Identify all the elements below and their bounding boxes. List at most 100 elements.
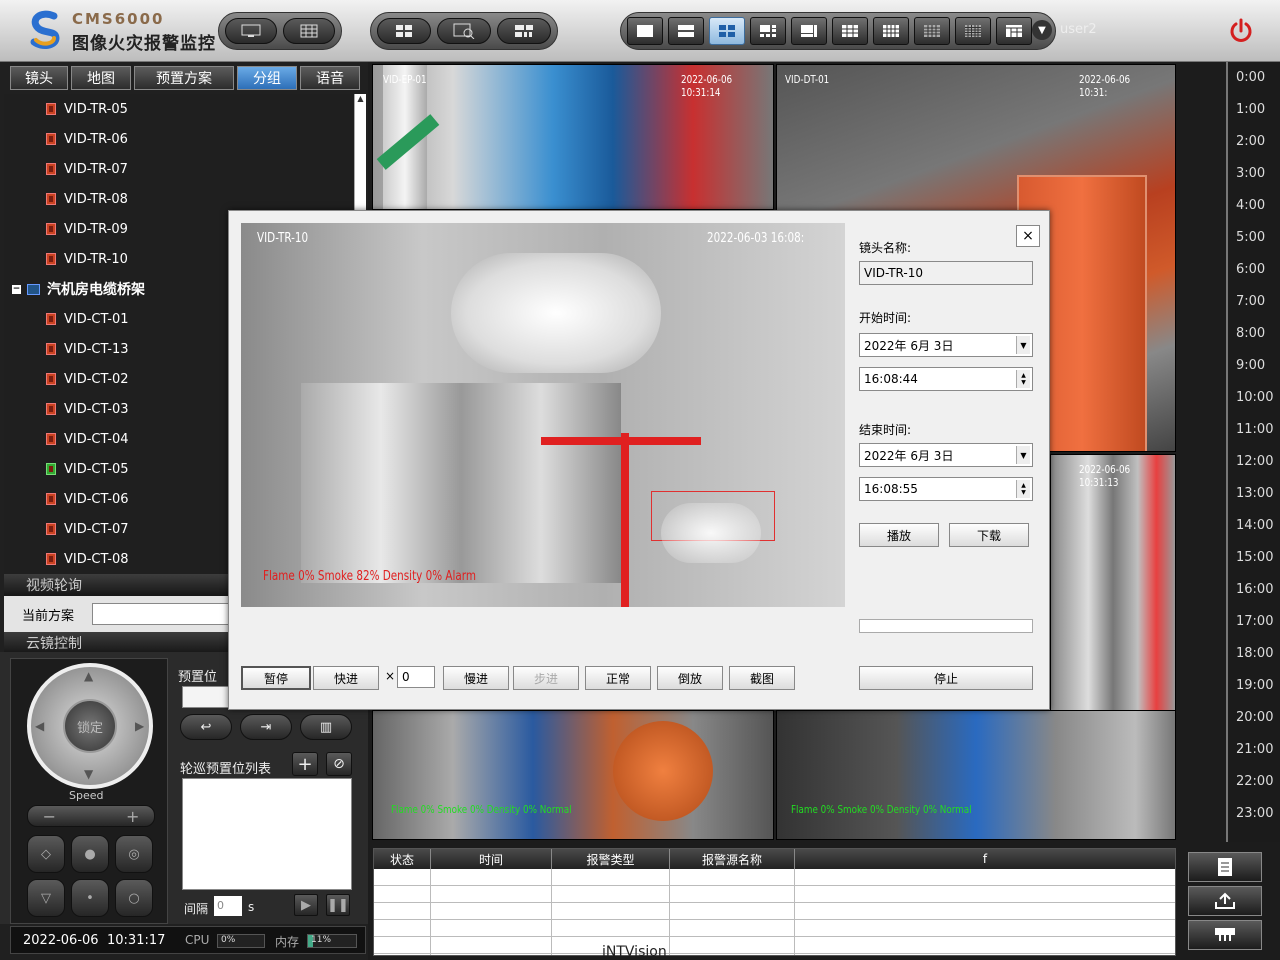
tree-item-camera[interactable]: VID-TR-07 <box>46 154 128 184</box>
layout-1-button[interactable] <box>627 17 663 45</box>
speed-slider[interactable]: − + <box>27 805 155 827</box>
tree-item-camera[interactable]: VID-CT-01 <box>46 304 129 334</box>
zoom-out-button[interactable]: ○ <box>115 879 153 917</box>
layout-6-button[interactable] <box>750 17 786 45</box>
add-patrol-button[interactable]: + <box>292 752 318 776</box>
iris-button[interactable]: ◇ <box>27 835 65 873</box>
end-date-picker[interactable]: 2022年 6月 3日 ▼ <box>859 443 1033 467</box>
alarm-rows[interactable] <box>374 869 1175 955</box>
start-date-picker[interactable]: 2022年 6月 3日 ▼ <box>859 333 1033 357</box>
delete-preset-button[interactable]: ▥ <box>300 714 352 740</box>
tree-item-camera[interactable]: VID-CT-05 <box>46 454 129 484</box>
patrol-list[interactable] <box>182 778 352 890</box>
collapse-icon[interactable]: − <box>12 284 21 294</box>
tree-item-camera[interactable]: VID-CT-07 <box>46 514 129 544</box>
chevron-down-icon[interactable]: ▼ <box>1016 446 1030 464</box>
arrow-up-icon[interactable]: ▲ <box>84 669 93 683</box>
slow-button[interactable]: 慢进 <box>443 666 509 690</box>
playback-search-button[interactable] <box>437 18 491 44</box>
grid-view-button[interactable] <box>283 18 335 44</box>
tree-item-camera[interactable]: VID-TR-10 <box>46 244 128 274</box>
clear-patrol-button[interactable]: ⊘ <box>326 752 352 776</box>
tab-map[interactable]: 地图 <box>71 66 131 90</box>
column-header[interactable]: 状态 <box>374 849 431 869</box>
column-header[interactable]: 报警源名称 <box>670 849 795 869</box>
preview-button[interactable] <box>377 18 431 44</box>
power-icon[interactable] <box>1226 16 1256 46</box>
iris-close-button[interactable]: ▽ <box>27 879 65 917</box>
plus-icon[interactable]: + <box>126 807 139 826</box>
interval-input[interactable]: 0 <box>214 896 242 916</box>
end-time-spinner[interactable]: 16:08:55 ▲ ▼ <box>859 477 1033 501</box>
tab-voice[interactable]: 语音 <box>300 66 360 90</box>
reverse-button[interactable]: 倒放 <box>657 666 723 690</box>
layout-16-button[interactable] <box>914 17 950 45</box>
layout-config-button[interactable] <box>497 18 551 44</box>
layout-custom-button[interactable] <box>996 17 1032 45</box>
step-button[interactable]: 步进 <box>513 666 579 690</box>
tree-item-camera[interactable]: VID-TR-09 <box>46 214 128 244</box>
ptz-lock-button[interactable]: 锁定 <box>63 699 117 753</box>
layout-10-button[interactable] <box>873 17 909 45</box>
focus-far-button[interactable]: • <box>71 879 109 917</box>
column-header[interactable]: 报警类型 <box>552 849 670 869</box>
tree-item-camera[interactable]: VID-CT-04 <box>46 424 129 454</box>
tree-group[interactable]: − 汽机房电缆桥架 <box>12 274 145 304</box>
tree-item-camera[interactable]: VID-CT-06 <box>46 484 129 514</box>
layout-8-button[interactable] <box>791 17 827 45</box>
column-header[interactable]: f <box>795 849 1175 869</box>
normal-speed-button[interactable]: 正常 <box>585 666 651 690</box>
call-preset-button[interactable]: ↩ <box>180 714 232 740</box>
layout-25-button[interactable] <box>955 17 991 45</box>
patrol-pause-button[interactable]: ❚❚ <box>326 894 350 916</box>
column-header[interactable]: 时间 <box>431 849 552 869</box>
scroll-up-icon[interactable]: ▲ <box>355 94 366 103</box>
spinner-icon[interactable]: ▲ ▼ <box>1016 370 1030 388</box>
layout-dropdown-button[interactable]: ▼ <box>1032 20 1052 40</box>
chevron-down-icon[interactable]: ▼ <box>1016 336 1030 354</box>
view-mode-group <box>218 12 342 50</box>
zoom-button[interactable]: ◎ <box>115 835 153 873</box>
video-tile-1[interactable]: VID-EP-01 2022-06-06 10:31:14 <box>372 64 774 210</box>
tree-item-camera[interactable]: VID-CT-03 <box>46 394 129 424</box>
tab-camera[interactable]: 镜头 <box>10 66 68 90</box>
playback-video[interactable]: VID-TR-10 2022-06-03 16:08: Flame 0% Smo… <box>241 223 845 607</box>
arrow-right-icon[interactable]: ▶ <box>135 719 144 733</box>
camera-icon <box>46 313 56 325</box>
export-button[interactable] <box>1188 886 1262 916</box>
tab-preset-plan[interactable]: 预置方案 <box>134 66 234 90</box>
set-preset-button[interactable]: ⇥ <box>240 714 292 740</box>
start-time-spinner[interactable]: 16:08:44 ▲ ▼ <box>859 367 1033 391</box>
layout-4-button[interactable] <box>709 17 745 45</box>
timeline[interactable]: 0:00 1:00 2:00 3:00 4:00 5:00 6:00 7:00 … <box>1226 62 1280 842</box>
close-button[interactable]: × <box>1016 225 1040 247</box>
pause-button[interactable]: 暂停 <box>241 666 311 690</box>
tree-item-camera[interactable]: VID-TR-08 <box>46 184 128 214</box>
report-button[interactable] <box>1188 852 1262 882</box>
play-button[interactable]: 播放 <box>859 523 939 547</box>
focus-button[interactable]: ● <box>71 835 109 873</box>
stop-button[interactable]: 停止 <box>859 666 1033 690</box>
arrow-down-icon[interactable]: ▼ <box>84 767 93 781</box>
tree-item-camera[interactable]: VID-CT-13 <box>46 334 129 364</box>
minus-icon[interactable]: − <box>43 807 56 826</box>
video-tile-5[interactable]: Flame 0% Smoke 0% Density 0% Normal <box>372 710 774 840</box>
tree-item-camera[interactable]: VID-TR-05 <box>46 94 128 124</box>
keyboard-button[interactable] <box>1188 920 1262 950</box>
patrol-play-button[interactable]: ▶ <box>294 894 318 916</box>
capture-button[interactable]: 截图 <box>729 666 795 690</box>
tab-group[interactable]: 分组 <box>237 66 297 90</box>
layout-2-button[interactable] <box>668 17 704 45</box>
layout-9-button[interactable] <box>832 17 868 45</box>
monitor-view-button[interactable] <box>225 18 277 44</box>
tree-item-camera[interactable]: VID-TR-06 <box>46 124 128 154</box>
tree-item-camera[interactable]: VID-CT-02 <box>46 364 129 394</box>
fast-forward-button[interactable]: 快进 <box>313 666 379 690</box>
video-tile-6[interactable]: Flame 0% Smoke 0% Density 0% Normal <box>776 710 1176 840</box>
tree-item-camera[interactable]: VID-CT-08 <box>46 544 129 574</box>
spinner-icon[interactable]: ▲ ▼ <box>1016 480 1030 498</box>
arrow-left-icon[interactable]: ◀ <box>35 719 44 733</box>
ptz-direction-ring[interactable]: 锁定 ▲ ▼ ◀ ▶ <box>27 663 153 789</box>
speed-input[interactable]: 0 <box>397 666 435 688</box>
download-button[interactable]: 下载 <box>949 523 1029 547</box>
